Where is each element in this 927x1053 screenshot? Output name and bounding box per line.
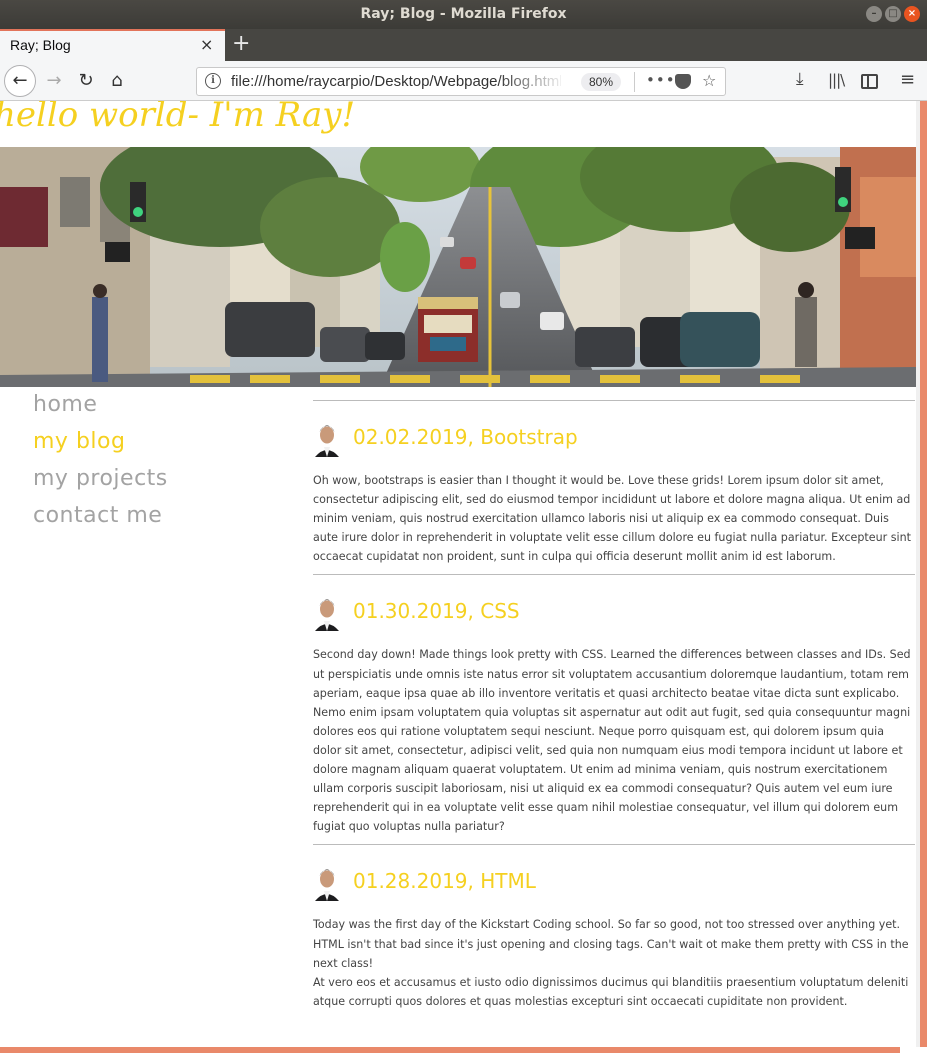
nav-link-home[interactable]: home <box>33 388 168 425</box>
bottom-accent-bar <box>0 1047 900 1053</box>
reload-button[interactable]: ↻ <box>72 67 100 95</box>
post-header: 01.28.2019, HTML <box>313 861 915 902</box>
post-paragraph: At vero eos et accusamus et iusto odio d… <box>313 975 909 1008</box>
tab-active[interactable]: Ray; Blog × <box>0 29 225 61</box>
post-body: Oh wow, bootstraps is easier than I thou… <box>313 471 915 574</box>
nav-link-my-blog[interactable]: my blog <box>33 425 168 462</box>
site-info-icon[interactable]: i <box>205 73 221 89</box>
bookmark-star-icon[interactable]: ☆ <box>702 71 716 90</box>
post-title: 02.02.2019, Bootstrap <box>353 425 578 449</box>
maximize-button[interactable]: □ <box>885 6 901 22</box>
post-paragraph: Today was the first day of the Kickstart… <box>313 918 909 970</box>
minimize-button[interactable]: – <box>866 6 882 22</box>
blog-post: 01.30.2019, CSS Second day down! Made th… <box>313 574 915 844</box>
tab-title: Ray; Blog <box>10 37 71 53</box>
post-title: 01.30.2019, CSS <box>353 599 520 624</box>
hero-image <box>0 147 916 387</box>
library-icon[interactable]: |||\ <box>828 71 845 89</box>
author-avatar <box>313 861 341 902</box>
side-navigation: home my blog my projects contact me <box>33 388 168 536</box>
author-avatar <box>313 417 341 457</box>
post-header: 01.30.2019, CSS <box>313 591 915 632</box>
tab-strip: Ray; Blog × + <box>0 29 927 61</box>
url-fade <box>497 70 567 93</box>
url-separator <box>634 72 635 92</box>
author-avatar <box>313 591 341 632</box>
post-body: Today was the first day of the Kickstart… <box>313 915 915 1018</box>
window-title: Ray; Blog - Mozilla Firefox <box>360 6 567 22</box>
post-paragraph: Nemo enim ipsam voluptatem quia voluptas… <box>313 705 911 834</box>
window-titlebar: Ray; Blog - Mozilla Firefox – □ × <box>0 0 927 29</box>
tab-close-icon[interactable]: × <box>200 35 213 54</box>
close-window-button[interactable]: × <box>904 6 920 22</box>
new-tab-button[interactable]: + <box>232 31 250 56</box>
post-header: 02.02.2019, Bootstrap <box>313 417 915 457</box>
back-button[interactable]: ← <box>4 65 36 97</box>
url-bar[interactable]: i file:///home/raycarpio/Desktop/Webpage… <box>196 67 726 96</box>
blog-post: 01.28.2019, HTML Today was the first day… <box>313 844 915 1018</box>
pocket-icon[interactable] <box>675 74 691 89</box>
zoom-indicator[interactable]: 80% <box>581 73 621 91</box>
page-viewport: hello world- I'm Ray! home my blog my pr… <box>0 101 916 1047</box>
hamburger-menu-icon[interactable]: ≡ <box>900 69 915 90</box>
nav-link-contact-me[interactable]: contact me <box>33 499 168 536</box>
page-actions-icon[interactable]: ••• <box>646 71 676 89</box>
sidebar-icon[interactable] <box>861 74 878 89</box>
scrollbar-thumb[interactable] <box>920 101 927 1047</box>
blog-post: 02.02.2019, Bootstrap Oh wow, bootstraps… <box>313 400 915 574</box>
post-body: Second day down! Made things look pretty… <box>313 645 915 844</box>
navigation-toolbar: ← → ↻ ⌂ i file:///home/raycarpio/Desktop… <box>0 61 927 101</box>
site-title: hello world- I'm Ray! <box>0 101 356 135</box>
post-title: 01.28.2019, HTML <box>353 869 536 894</box>
post-paragraph: Oh wow, bootstraps is easier than I thou… <box>313 474 911 564</box>
blog-posts: 02.02.2019, Bootstrap Oh wow, bootstraps… <box>313 400 915 1019</box>
downloads-icon[interactable]: ⤓ <box>796 69 804 89</box>
forward-button[interactable]: → <box>40 67 68 95</box>
home-button[interactable]: ⌂ <box>103 67 131 95</box>
post-paragraph: Second day down! Made things look pretty… <box>313 648 911 700</box>
nav-link-my-projects[interactable]: my projects <box>33 462 168 499</box>
